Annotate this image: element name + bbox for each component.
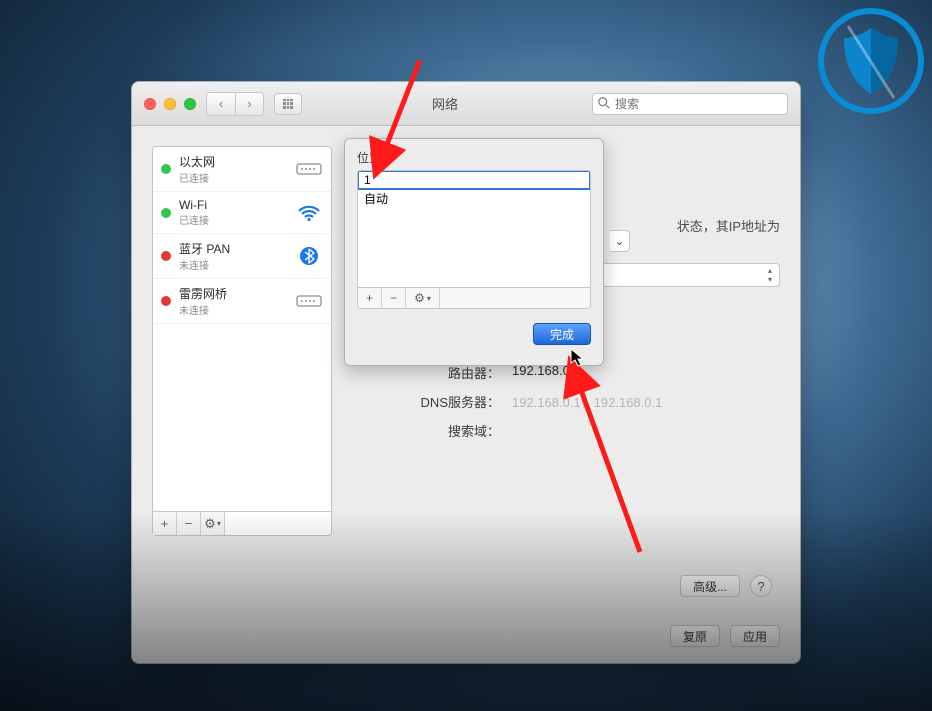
- show-all-prefs-button[interactable]: [274, 93, 302, 115]
- add-service-button[interactable]: +: [153, 512, 177, 535]
- apply-button-label: 应用: [743, 628, 767, 645]
- gear-icon: ⚙︎: [414, 291, 425, 305]
- service-bluetooth-pan[interactable]: 蓝牙 PAN 未连接: [153, 234, 331, 279]
- dns-label: DNS服务器：: [350, 392, 500, 411]
- status-dot: [161, 251, 171, 261]
- window-toolbar: ‹ › 网络: [132, 82, 800, 126]
- remove-service-button[interactable]: −: [177, 512, 201, 535]
- forward-button[interactable]: ›: [235, 93, 263, 115]
- status-dot: [161, 164, 171, 174]
- advanced-button-label: 高级...: [693, 578, 727, 595]
- app-shield-logo: [818, 8, 924, 114]
- status-dot: [161, 208, 171, 218]
- dns-value: 192.168.0.1，192.168.0.1: [512, 392, 662, 411]
- status-dot: [161, 296, 171, 306]
- sidebar-footer: + − ⚙︎▾: [153, 511, 331, 535]
- ethernet-icon: [295, 159, 323, 179]
- search-field-wrap: [592, 93, 788, 115]
- service-subtitle: 已连接: [179, 170, 287, 185]
- add-location-button[interactable]: +: [358, 288, 382, 308]
- edit-locations-dialog: 位置 自动 + − ⚙︎▾ 完成: [344, 138, 604, 366]
- back-button[interactable]: ‹: [207, 93, 235, 115]
- grid-icon: [283, 99, 293, 109]
- stepper-icon: ▴▾: [763, 266, 777, 284]
- network-services-list[interactable]: 以太网 已连接: [153, 147, 331, 511]
- location-popup-right-arrow[interactable]: ⌄: [610, 230, 630, 252]
- help-button[interactable]: ?: [750, 575, 772, 597]
- chevron-down-icon: ⌄: [614, 234, 624, 248]
- thunderbolt-bridge-icon: [295, 291, 323, 311]
- service-subtitle: 已连接: [179, 212, 287, 227]
- remove-location-button[interactable]: −: [382, 288, 406, 308]
- zoom-window-button[interactable]: [184, 98, 196, 110]
- search-icon: [597, 96, 611, 110]
- bluetooth-icon: [295, 246, 323, 266]
- location-name: 自动: [364, 190, 388, 207]
- window-title: 网络: [432, 94, 458, 113]
- service-gear-button[interactable]: ⚙︎▾: [201, 512, 225, 535]
- cursor-icon: [570, 348, 586, 368]
- location-gear-button[interactable]: ⚙︎▾: [406, 288, 440, 308]
- help-icon: ?: [757, 579, 764, 594]
- service-subtitle: 未连接: [179, 302, 287, 317]
- advanced-button[interactable]: 高级...: [680, 575, 740, 597]
- revert-button-label: 复原: [683, 628, 707, 645]
- nav-segmented-control: ‹ ›: [206, 92, 264, 116]
- revert-button[interactable]: 复原: [670, 625, 720, 647]
- service-subtitle: 未连接: [179, 257, 287, 272]
- network-services-sidebar: 以太网 已连接: [152, 146, 332, 536]
- gear-icon: ⚙︎: [204, 516, 216, 532]
- location-row-editing[interactable]: [358, 171, 590, 189]
- done-button[interactable]: 完成: [533, 323, 591, 345]
- dialog-title: 位置: [357, 149, 591, 166]
- service-name: Wi-Fi: [179, 198, 287, 212]
- minimize-window-button[interactable]: [164, 98, 176, 110]
- desktop-background: ‹ › 网络 位 ⌄: [0, 0, 932, 711]
- chevron-down-icon: ▾: [427, 294, 431, 303]
- wifi-icon: [295, 203, 323, 223]
- location-name-input[interactable]: [364, 173, 584, 187]
- locations-list[interactable]: 自动: [357, 170, 591, 288]
- traffic-lights: [144, 98, 196, 110]
- chevron-down-icon: ▾: [217, 519, 221, 528]
- search-input[interactable]: [592, 93, 788, 115]
- dialog-footer: + − ⚙︎▾: [357, 287, 591, 309]
- location-row[interactable]: 自动: [358, 189, 590, 207]
- service-ethernet[interactable]: 以太网 已连接: [153, 147, 331, 192]
- close-window-button[interactable]: [144, 98, 156, 110]
- service-name: 蓝牙 PAN: [179, 240, 287, 257]
- apply-button[interactable]: 应用: [730, 625, 780, 647]
- searchdomain-label: 搜索域：: [350, 421, 500, 440]
- service-thunderbolt-bridge[interactable]: 雷雳网桥 未连接: [153, 279, 331, 324]
- service-name: 以太网: [179, 153, 287, 170]
- service-name: 雷雳网桥: [179, 285, 287, 302]
- service-wifi[interactable]: Wi-Fi 已连接: [153, 192, 331, 234]
- done-button-label: 完成: [550, 328, 574, 342]
